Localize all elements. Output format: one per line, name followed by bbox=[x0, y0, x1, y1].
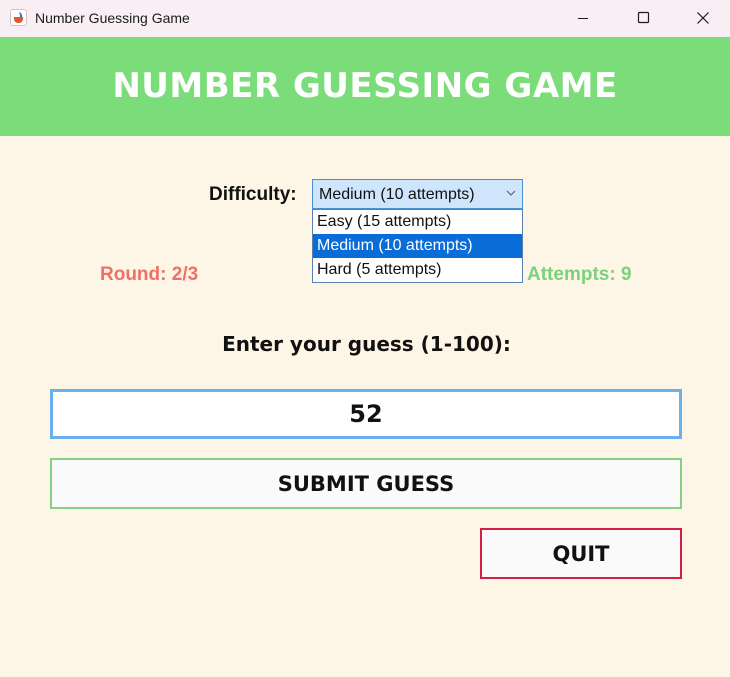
header-banner: NUMBER GUESSING GAME bbox=[0, 37, 730, 136]
attempts-counter: Attempts: 9 bbox=[527, 264, 632, 285]
round-counter: Round: 2/3 bbox=[100, 264, 199, 285]
close-icon bbox=[697, 12, 709, 24]
java-cup-icon bbox=[10, 9, 27, 26]
difficulty-option-easy[interactable]: Easy (15 attempts) bbox=[313, 210, 522, 234]
difficulty-selected-value: Medium (10 attempts) bbox=[319, 186, 475, 203]
difficulty-option-hard[interactable]: Hard (5 attempts) bbox=[313, 258, 522, 282]
game-title: NUMBER GUESSING GAME bbox=[112, 66, 618, 106]
chevron-down-icon bbox=[506, 190, 516, 196]
difficulty-select[interactable]: Medium (10 attempts) bbox=[312, 179, 523, 209]
window-title: Number Guessing Game bbox=[35, 10, 190, 26]
close-button[interactable] bbox=[680, 0, 726, 37]
difficulty-label: Difficulty: bbox=[209, 184, 297, 205]
difficulty-option-medium[interactable]: Medium (10 attempts) bbox=[313, 234, 522, 258]
title-bar: Number Guessing Game bbox=[0, 0, 730, 37]
guess-prompt: Enter your guess (1-100): bbox=[222, 332, 511, 356]
submit-guess-button[interactable]: SUBMIT GUESS bbox=[50, 458, 682, 509]
maximize-button[interactable] bbox=[620, 0, 666, 37]
guess-input[interactable] bbox=[50, 389, 682, 439]
quit-button[interactable]: QUIT bbox=[480, 528, 682, 579]
minimize-icon bbox=[578, 18, 588, 19]
difficulty-dropdown-list: Easy (15 attempts) Medium (10 attempts) … bbox=[312, 209, 523, 283]
minimize-button[interactable] bbox=[560, 0, 606, 37]
maximize-icon bbox=[637, 11, 650, 24]
